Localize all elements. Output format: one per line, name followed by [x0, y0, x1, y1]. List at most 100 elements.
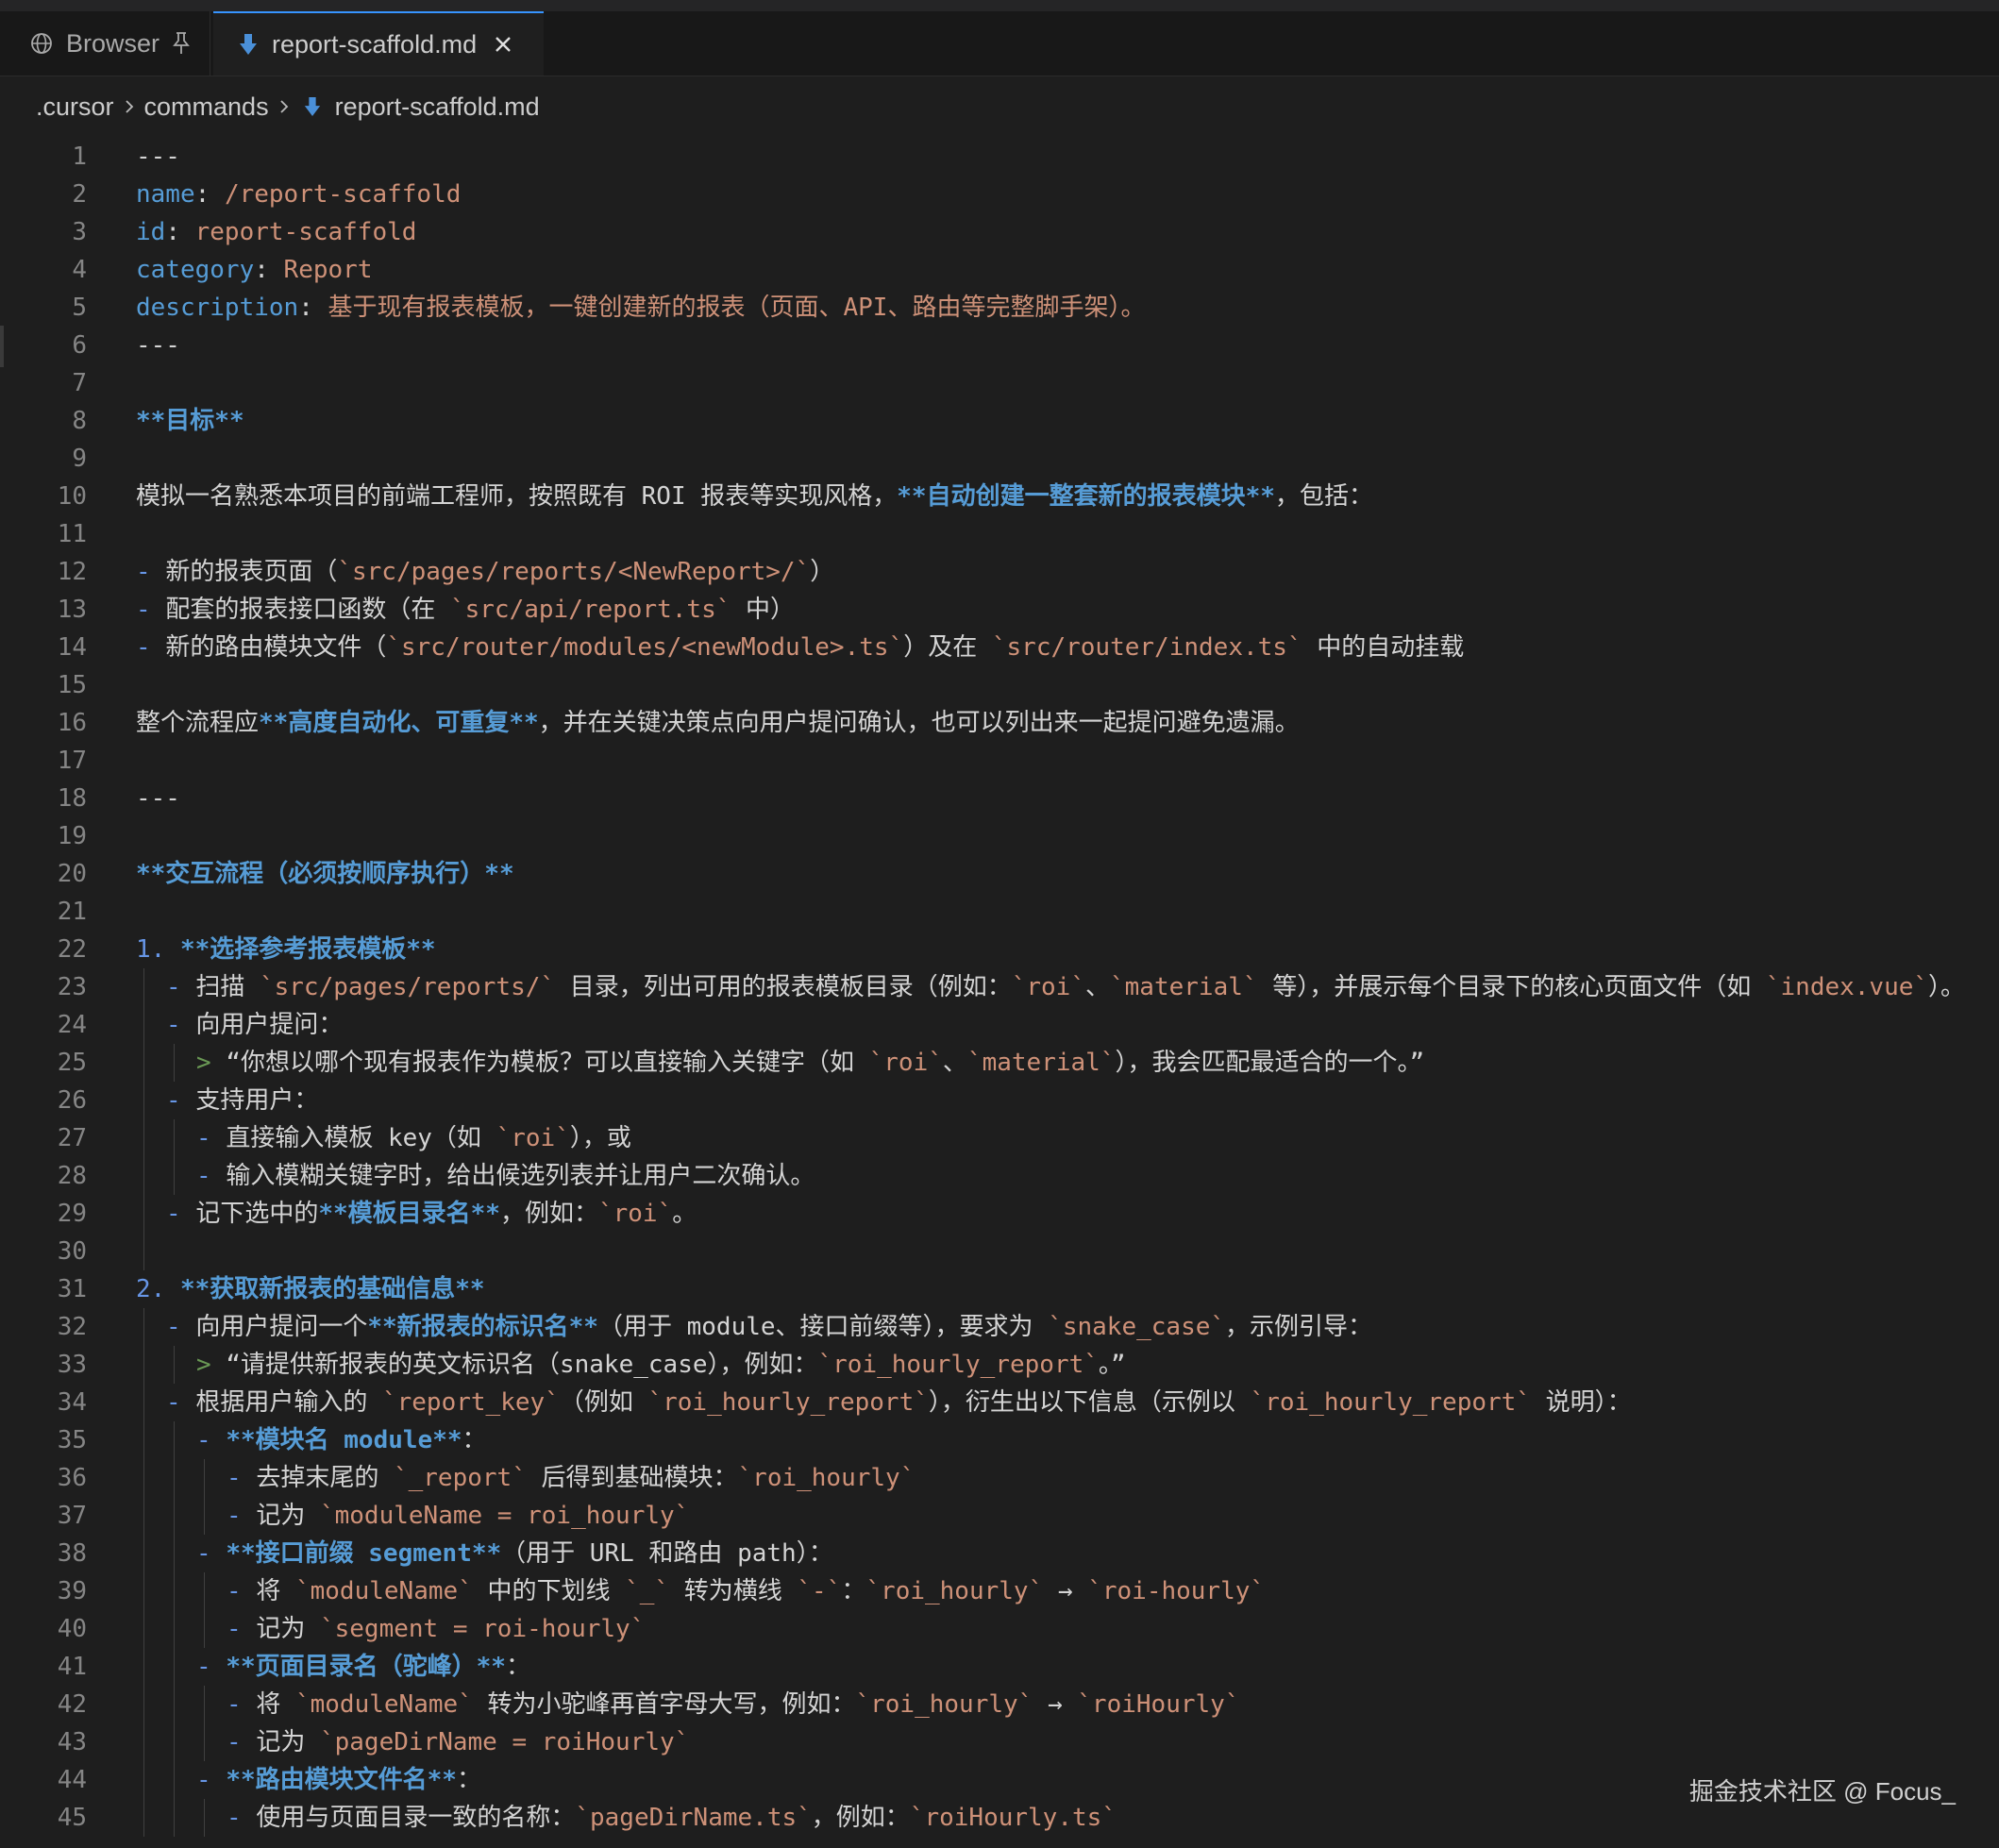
- line-content: **目标**: [136, 402, 244, 440]
- token-dash: -: [166, 1313, 196, 1341]
- token-plain: ），我会匹配最适合的一个。”: [1115, 1049, 1425, 1077]
- code-line[interactable]: 35 - **模块名 module**：: [0, 1421, 1999, 1459]
- breadcrumb-item-file[interactable]: report-scaffold.md: [335, 92, 540, 122]
- code-line[interactable]: 17: [0, 742, 1999, 780]
- token-plain: ，示例引导：: [1225, 1313, 1373, 1341]
- line-content: - 去掉末尾的 `_report` 后得到基础模块：`roi_hourly`: [227, 1459, 915, 1497]
- token-dash: -: [227, 1804, 257, 1832]
- token-plain: ，包括：: [1274, 482, 1373, 511]
- code-line[interactable]: 13 - 配套的报表接口函数（在 `src/api/report.ts` 中）: [0, 591, 1999, 629]
- token-dash: -: [227, 1728, 257, 1756]
- indent-guide: [143, 1157, 144, 1195]
- code-line[interactable]: 30: [0, 1233, 1999, 1270]
- code-line[interactable]: 33 > “请提供新报表的英文标识名（snake_case），例如：`roi_ho…: [0, 1346, 1999, 1384]
- breadcrumb-item-commands[interactable]: commands: [144, 92, 269, 122]
- code-line[interactable]: 20 **交互流程（必须按顺序执行）**: [0, 855, 1999, 893]
- code-line[interactable]: 36 - 去掉末尾的 `_report` 后得到基础模块：`roi_hourly`: [0, 1459, 1999, 1497]
- indent-guide: [143, 1006, 144, 1044]
- token-code: `roi_hourly_report`: [817, 1351, 1099, 1379]
- token-code: `src/pages/reports/<NewReport>/`: [337, 558, 811, 586]
- indent-guide: [204, 1459, 205, 1497]
- code-line[interactable]: 41 - **页面目录名（驼峰）**：: [0, 1648, 1999, 1686]
- line-content: - 记下选中的**模板目录名**，例如：`roi`。: [166, 1195, 697, 1233]
- close-icon[interactable]: [494, 35, 512, 54]
- pin-icon[interactable]: [171, 31, 192, 56]
- code-line[interactable]: 9: [0, 440, 1999, 478]
- tab-report-scaffold[interactable]: report-scaffold.md: [213, 11, 544, 76]
- line-number: 13: [57, 596, 87, 624]
- code-line[interactable]: 8 **目标**: [0, 402, 1999, 440]
- indent-guide: [174, 1799, 175, 1837]
- code-line[interactable]: 16 整个流程应**高度自动化、可重复**，并在关键决策点向用户提问确认，也可以列…: [0, 704, 1999, 742]
- token-dash: -: [166, 1388, 196, 1417]
- code-line[interactable]: 10 模拟一名熟悉本项目的前端工程师，按照既有 ROI 报表等实现风格，**自动创…: [0, 478, 1999, 515]
- token-bold: **高度自动化、可重复**: [259, 709, 539, 737]
- tab-browser[interactable]: Browser: [0, 11, 210, 76]
- code-line[interactable]: 11: [0, 515, 1999, 553]
- code-line[interactable]: 14 - 新的路由模块文件（`src/router/modules/<newMod…: [0, 629, 1999, 666]
- line-content: ---: [136, 138, 180, 176]
- code-line[interactable]: 6 ---: [0, 327, 1999, 364]
- code-line[interactable]: 40 - 记为 `segment = roi-hourly`: [0, 1610, 1999, 1648]
- code-line[interactable]: 7: [0, 364, 1999, 402]
- token-code: `moduleName`: [294, 1577, 473, 1605]
- indent-guide: [174, 1157, 175, 1195]
- indent-guide: [204, 1497, 205, 1535]
- code-line[interactable]: 19: [0, 817, 1999, 855]
- line-number: 8: [72, 407, 87, 435]
- token-code: `src/api/report.ts`: [449, 596, 731, 624]
- token-dash: -: [136, 633, 166, 662]
- code-line[interactable]: 43 - 记为 `pageDirName = roiHourly`: [0, 1723, 1999, 1761]
- code-line[interactable]: 31 2. **获取新报表的基础信息**: [0, 1270, 1999, 1308]
- code-line[interactable]: 22 1. **选择参考报表模板**: [0, 931, 1999, 968]
- token-plain: 记为: [256, 1502, 320, 1530]
- code-line[interactable]: 2 name: /report-scaffold: [0, 176, 1999, 213]
- code-line[interactable]: 12 - 新的报表页面（`src/pages/reports/<NewReport…: [0, 553, 1999, 591]
- token-bold: **自动创建一整套新的报表模块**: [897, 482, 1275, 511]
- code-editor[interactable]: 1 --- 2 name: /report-scaffold 3 id: report-s…: [0, 138, 1999, 1848]
- line-content: 整个流程应**高度自动化、可重复**，并在关键决策点向用户提问确认，也可以列出来…: [136, 704, 1300, 742]
- breadcrumb-item-cursor[interactable]: .cursor: [36, 92, 114, 122]
- token-plain: ---: [136, 331, 180, 360]
- line-content: id: report-scaffold: [136, 213, 416, 251]
- code-line[interactable]: 18 ---: [0, 780, 1999, 817]
- code-line[interactable]: 21: [0, 893, 1999, 931]
- code-line[interactable]: 26 - 支持用户：: [0, 1082, 1999, 1119]
- indent-guide: [174, 1044, 175, 1082]
- token-plain: →: [1043, 1577, 1088, 1605]
- token-str: report-scaffold: [194, 218, 417, 246]
- indent-guide: [143, 1686, 144, 1723]
- token-bold: **获取新报表的基础信息**: [179, 1275, 485, 1303]
- indent-guide: [174, 1421, 175, 1459]
- code-line[interactable]: 28 - 输入模糊关键字时，给出候选列表并让用户二次确认。: [0, 1157, 1999, 1195]
- code-line[interactable]: 27 - 直接输入模板 key（如 `roi`），或: [0, 1119, 1999, 1157]
- indent-guide: [143, 1082, 144, 1119]
- code-line[interactable]: 37 - 记为 `moduleName = roi_hourly`: [0, 1497, 1999, 1535]
- indent-guide: [174, 1723, 175, 1761]
- token-bold: **模块名 module**: [226, 1426, 462, 1454]
- code-line[interactable]: 42 - 将 `moduleName` 转为小驼峰再首字母大写，例如：`roi_h…: [0, 1686, 1999, 1723]
- code-line[interactable]: 3 id: report-scaffold: [0, 213, 1999, 251]
- code-line[interactable]: 1 ---: [0, 138, 1999, 176]
- indent-guide: [143, 1761, 144, 1799]
- code-line[interactable]: 34 - 根据用户输入的 `report_key`（例如 `roi_hourly_…: [0, 1384, 1999, 1421]
- code-line[interactable]: 24 - 向用户提问：: [0, 1006, 1999, 1044]
- code-line[interactable]: 23 - 扫描 `src/pages/reports/` 目录，列出可用的报表模板…: [0, 968, 1999, 1006]
- code-line[interactable]: 32 - 向用户提问一个**新报表的标识名**（用于 module、接口前缀等），…: [0, 1308, 1999, 1346]
- code-line[interactable]: 15: [0, 666, 1999, 704]
- tab-bar: Browser report-scaffold.md: [0, 11, 1999, 76]
- line-number: 38: [57, 1539, 87, 1568]
- code-line[interactable]: 4 category: Report: [0, 251, 1999, 289]
- token-str: 基于现有报表模板，一键创建新的报表（页面、API、路由等完整脚手架）。: [328, 294, 1146, 322]
- code-line[interactable]: 5 description: 基于现有报表模板，一键创建新的报表（页面、API、路…: [0, 289, 1999, 327]
- line-number: 23: [57, 973, 87, 1001]
- code-line[interactable]: 38 - **接口前缀 segment**（用于 URL 和路由 path）：: [0, 1535, 1999, 1572]
- token-plain: 扫描: [195, 973, 260, 1001]
- token-plain: 将: [256, 1577, 295, 1605]
- code-line[interactable]: 39- 将 `moduleName` 中的下划线 `_` 转为横线 `-`：`r…: [0, 1572, 1999, 1610]
- code-line[interactable]: 25 > “你想以哪个现有报表作为模板？可以直接输入关键字（如 `roi`、`ma…: [0, 1044, 1999, 1082]
- line-content: 模拟一名熟悉本项目的前端工程师，按照既有 ROI 报表等实现风格，**自动创建一…: [136, 478, 1373, 515]
- code-line[interactable]: 29 - 记下选中的**模板目录名**，例如：`roi`。: [0, 1195, 1999, 1233]
- line-number: 18: [57, 784, 87, 813]
- token-plain: :: [194, 180, 225, 209]
